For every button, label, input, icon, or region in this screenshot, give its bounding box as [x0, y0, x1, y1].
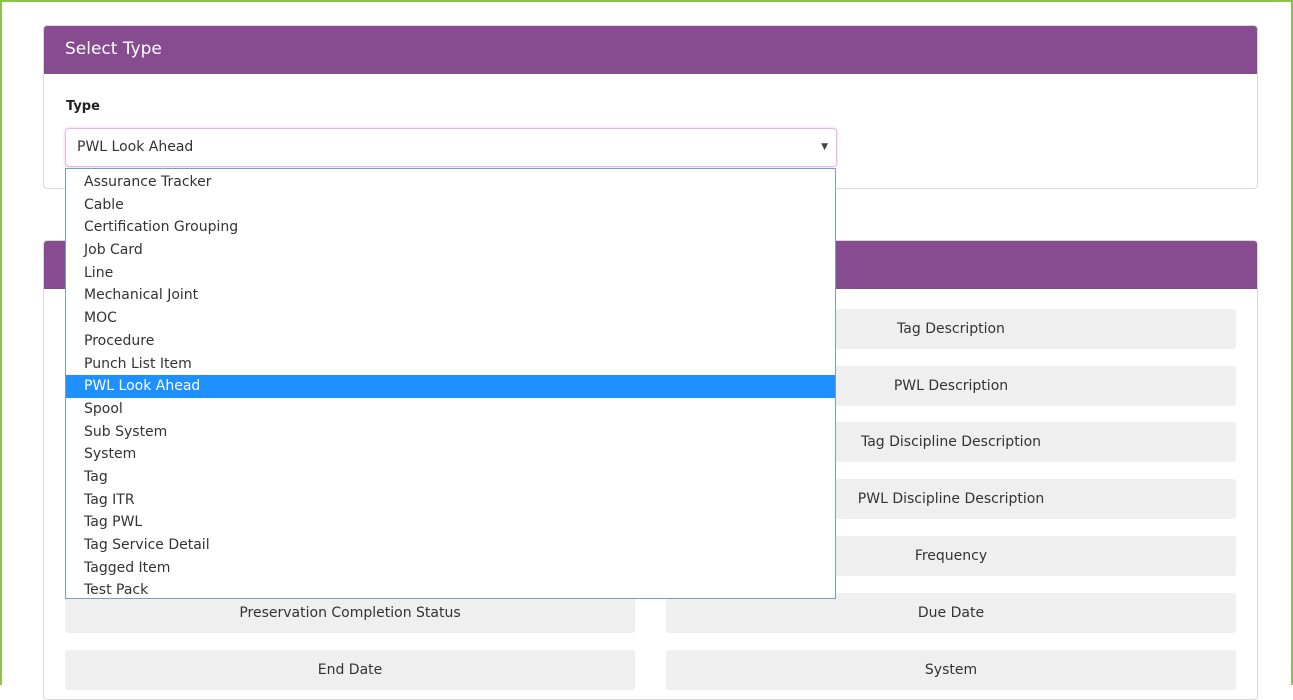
- dropdown-option[interactable]: Line: [66, 262, 835, 285]
- type-dropdown-list[interactable]: Assurance Tracker Cable Certification Grou…: [65, 168, 836, 599]
- dropdown-option[interactable]: Spool: [66, 398, 835, 421]
- dropdown-option[interactable]: Tag ITR: [66, 489, 835, 512]
- dropdown-option[interactable]: Tagged Item: [66, 557, 835, 580]
- panel-header: Select Type: [44, 26, 1257, 74]
- dropdown-option[interactable]: Cable: [66, 194, 835, 217]
- dropdown-option[interactable]: PWL Look Ahead: [66, 375, 835, 398]
- dropdown-option[interactable]: Mechanical Joint: [66, 284, 835, 307]
- select-type-panel: Select Type Type PWL Look Ahead ▼: [43, 25, 1258, 189]
- field-system[interactable]: System: [666, 650, 1236, 690]
- dropdown-option[interactable]: Tag: [66, 466, 835, 489]
- dropdown-option[interactable]: Punch List Item: [66, 353, 835, 376]
- panel-title: Select Type: [65, 39, 162, 59]
- dropdown-option[interactable]: Job Card: [66, 239, 835, 262]
- dropdown-option[interactable]: Test Pack: [66, 579, 835, 602]
- type-select[interactable]: PWL Look Ahead ▼: [65, 128, 837, 167]
- field-end-date[interactable]: End Date: [65, 650, 635, 690]
- dropdown-option[interactable]: Certification Grouping: [66, 216, 835, 239]
- dropdown-option[interactable]: Sub System: [66, 421, 835, 444]
- type-select-value: PWL Look Ahead: [77, 139, 194, 155]
- dropdown-option[interactable]: MOC: [66, 307, 835, 330]
- dropdown-option[interactable]: System: [66, 443, 835, 466]
- dropdown-option[interactable]: Assurance Tracker: [66, 171, 835, 194]
- type-label: Type: [66, 99, 100, 114]
- dropdown-option[interactable]: Tag Service Detail: [66, 534, 835, 557]
- chevron-down-icon: ▼: [821, 142, 828, 152]
- dropdown-option[interactable]: Tag PWL: [66, 511, 835, 534]
- dropdown-option[interactable]: Procedure: [66, 330, 835, 353]
